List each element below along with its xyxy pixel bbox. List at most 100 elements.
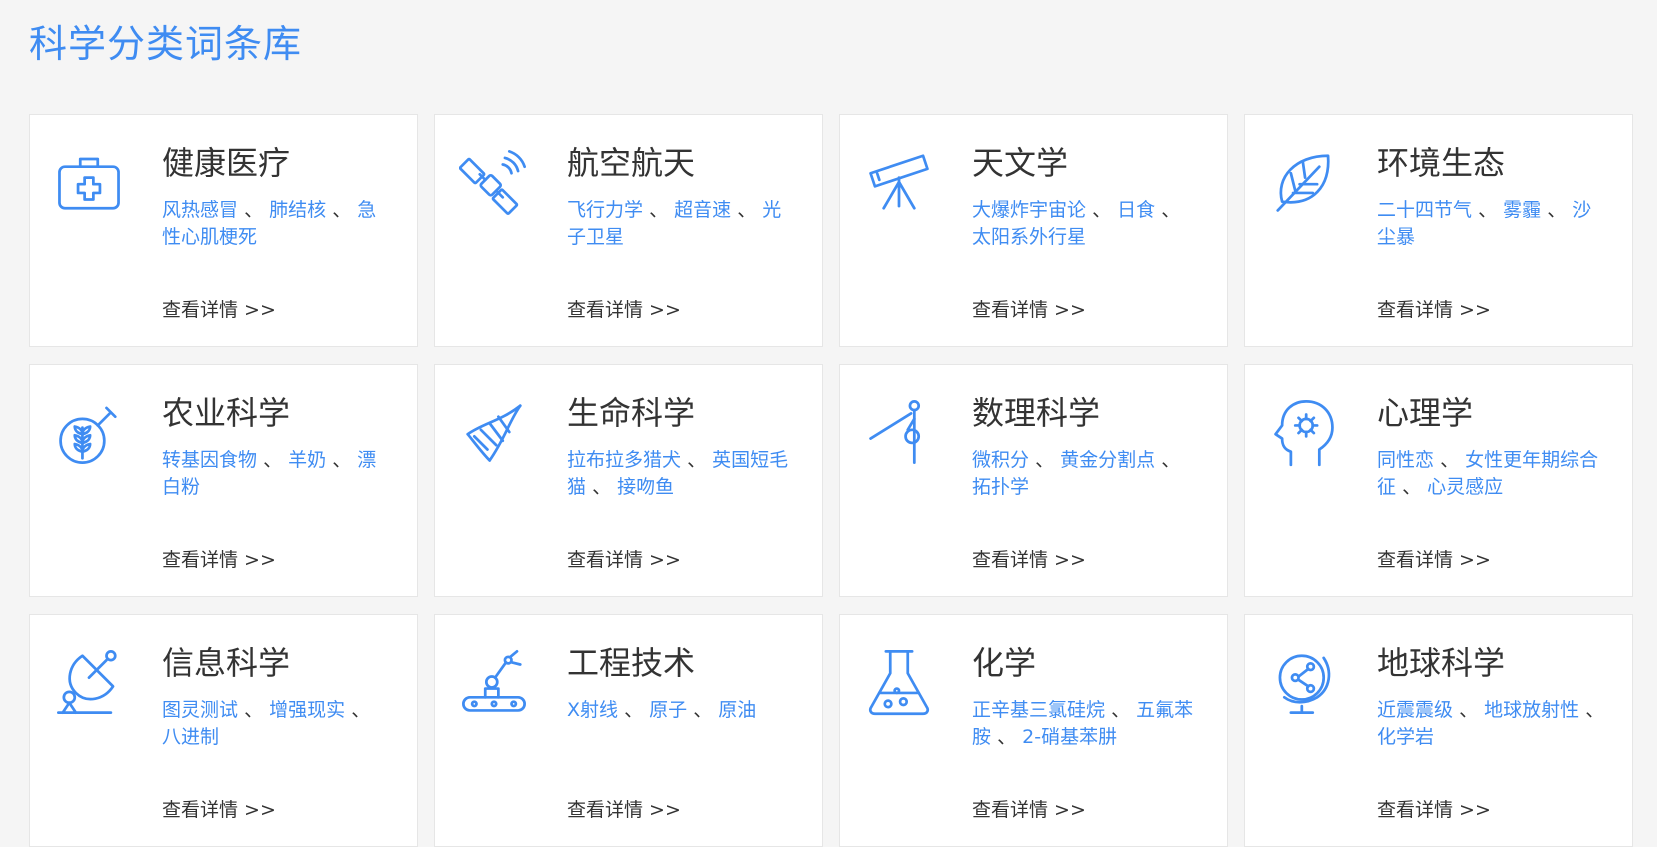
term-separator: 、	[997, 726, 1017, 748]
term-link[interactable]: 拉布拉多猎犬	[567, 449, 681, 471]
term-link[interactable]: 超音速	[674, 199, 731, 221]
category-card-psychology[interactable]: 心理学 同性恋 、 女性更年期综合征 、 心灵感应 查看详情 >>	[1244, 364, 1633, 597]
term-separator: 、	[592, 476, 612, 498]
term-separator: 、	[1440, 449, 1460, 471]
term-separator: 、	[1547, 199, 1567, 221]
flask-icon	[864, 647, 934, 717]
term-separator: 、	[332, 199, 352, 221]
term-list: 拉布拉多猎犬 、 英国短毛猫 、 接吻鱼	[567, 447, 799, 501]
page-title: 科学分类词条库	[29, 22, 303, 66]
head-gear-icon	[1269, 397, 1339, 467]
view-details-link[interactable]: 查看详情 >>	[972, 547, 1086, 573]
term-link[interactable]: 太阳系外行星	[972, 226, 1086, 248]
category-title: 数理科学	[972, 394, 1101, 432]
category-title: 健康医疗	[162, 144, 291, 182]
term-link[interactable]: 拓扑学	[972, 476, 1029, 498]
term-link[interactable]: 增强现实	[269, 699, 345, 721]
category-card-earth[interactable]: 地球科学 近震震级 、 地球放射性 、 化学岩 查看详情 >>	[1244, 614, 1633, 847]
term-list: X射线 、 原子 、 原油	[567, 697, 799, 724]
term-separator: 、	[1478, 199, 1498, 221]
globe-icon	[1269, 647, 1339, 717]
category-title: 农业科学	[162, 394, 291, 432]
term-separator: 、	[1161, 199, 1181, 221]
category-title: 环境生态	[1377, 144, 1506, 182]
term-link[interactable]: 原子	[649, 699, 687, 721]
term-list: 转基因食物 、 羊奶 、 漂白粉	[162, 447, 394, 501]
term-link[interactable]: 近震震级	[1377, 699, 1453, 721]
term-separator: 、	[263, 449, 283, 471]
view-details-link[interactable]: 查看详情 >>	[162, 547, 276, 573]
term-link[interactable]: 原油	[718, 699, 756, 721]
term-separator: 、	[1585, 699, 1605, 721]
satellite-icon	[459, 147, 529, 217]
term-link[interactable]: 雾霾	[1503, 199, 1541, 221]
category-grid: 健康医疗 风热感冒 、 肺结核 、 急性心肌梗死 查看详情 >> 航空航天 飞行…	[29, 114, 1633, 847]
term-link[interactable]: 转基因食物	[162, 449, 257, 471]
term-link[interactable]: 心灵感应	[1427, 476, 1503, 498]
category-card-ecology[interactable]: 环境生态 二十四节气 、 雾霾 、 沙尘暴 查看详情 >>	[1244, 114, 1633, 347]
category-card-engineering[interactable]: 工程技术 X射线 、 原子 、 原油 查看详情 >>	[434, 614, 823, 847]
term-separator: 、	[624, 699, 644, 721]
term-separator: 、	[244, 199, 264, 221]
category-title: 航空航天	[567, 144, 696, 182]
term-list: 近震震级 、 地球放射性 、 化学岩	[1377, 697, 1609, 751]
term-link[interactable]: 日食	[1117, 199, 1155, 221]
robot-arm-icon	[459, 647, 529, 717]
term-link[interactable]: 正辛基三氯硅烷	[972, 699, 1105, 721]
category-title: 工程技术	[567, 644, 696, 682]
category-title: 信息科学	[162, 644, 291, 682]
term-list: 飞行力学 、 超音速 、 光子卫星	[567, 197, 799, 251]
category-card-information[interactable]: 信息科学 图灵测试 、 增强现实 、 八进制 查看详情 >>	[29, 614, 418, 847]
category-card-health[interactable]: 健康医疗 风热感冒 、 肺结核 、 急性心肌梗死 查看详情 >>	[29, 114, 418, 347]
view-details-link[interactable]: 查看详情 >>	[162, 297, 276, 323]
term-separator: 、	[244, 699, 264, 721]
term-link[interactable]: 二十四节气	[1377, 199, 1472, 221]
category-card-agriculture[interactable]: 农业科学 转基因食物 、 羊奶 、 漂白粉 查看详情 >>	[29, 364, 418, 597]
term-separator: 、	[1459, 699, 1479, 721]
term-separator: 、	[687, 449, 707, 471]
term-link[interactable]: X射线	[567, 699, 618, 721]
term-list: 图灵测试 、 增强现实 、 八进制	[162, 697, 394, 751]
term-link[interactable]: 图灵测试	[162, 699, 238, 721]
view-details-link[interactable]: 查看详情 >>	[1377, 547, 1491, 573]
category-title: 地球科学	[1377, 644, 1506, 682]
view-details-link[interactable]: 查看详情 >>	[567, 297, 681, 323]
medical-kit-icon	[54, 147, 124, 217]
category-card-astronomy[interactable]: 天文学 大爆炸宇宙论 、 日食 、 太阳系外行星 查看详情 >>	[839, 114, 1228, 347]
term-list: 风热感冒 、 肺结核 、 急性心肌梗死	[162, 197, 394, 251]
view-details-link[interactable]: 查看详情 >>	[972, 797, 1086, 823]
term-link[interactable]: 同性恋	[1377, 449, 1434, 471]
category-card-math[interactable]: 数理科学 微积分 、 黄金分割点 、 拓扑学 查看详情 >>	[839, 364, 1228, 597]
term-link[interactable]: 肺结核	[269, 199, 326, 221]
view-details-link[interactable]: 查看详情 >>	[567, 797, 681, 823]
term-separator: 、	[1092, 199, 1112, 221]
term-separator: 、	[737, 199, 757, 221]
view-details-link[interactable]: 查看详情 >>	[1377, 797, 1491, 823]
term-link[interactable]: 地球放射性	[1484, 699, 1579, 721]
category-title: 化学	[972, 644, 1037, 682]
term-separator: 、	[332, 449, 352, 471]
term-link[interactable]: 风热感冒	[162, 199, 238, 221]
term-link[interactable]: 化学岩	[1377, 726, 1434, 748]
view-details-link[interactable]: 查看详情 >>	[162, 797, 276, 823]
term-link[interactable]: 羊奶	[288, 449, 326, 471]
term-link[interactable]: 大爆炸宇宙论	[972, 199, 1086, 221]
term-link[interactable]: 黄金分割点	[1060, 449, 1155, 471]
term-separator: 、	[1111, 699, 1131, 721]
term-list: 微积分 、 黄金分割点 、 拓扑学	[972, 447, 1204, 501]
category-card-chemistry[interactable]: 化学 正辛基三氯硅烷 、 五氟苯胺 、 2-硝基苯肼 查看详情 >>	[839, 614, 1228, 847]
wheat-flask-icon	[54, 397, 124, 467]
view-details-link[interactable]: 查看详情 >>	[972, 297, 1086, 323]
category-card-life[interactable]: 生命科学 拉布拉多猎犬 、 英国短毛猫 、 接吻鱼 查看详情 >>	[434, 364, 823, 597]
view-details-link[interactable]: 查看详情 >>	[567, 547, 681, 573]
category-card-aerospace[interactable]: 航空航天 飞行力学 、 超音速 、 光子卫星 查看详情 >>	[434, 114, 823, 347]
term-link[interactable]: 飞行力学	[567, 199, 643, 221]
term-link[interactable]: 微积分	[972, 449, 1029, 471]
view-details-link[interactable]: 查看详情 >>	[1377, 297, 1491, 323]
term-link[interactable]: 八进制	[162, 726, 219, 748]
term-link[interactable]: 接吻鱼	[617, 476, 674, 498]
term-list: 同性恋 、 女性更年期综合征 、 心灵感应	[1377, 447, 1609, 501]
term-separator: 、	[1402, 476, 1422, 498]
term-link[interactable]: 2-硝基苯肼	[1022, 726, 1117, 748]
term-separator: 、	[649, 199, 669, 221]
